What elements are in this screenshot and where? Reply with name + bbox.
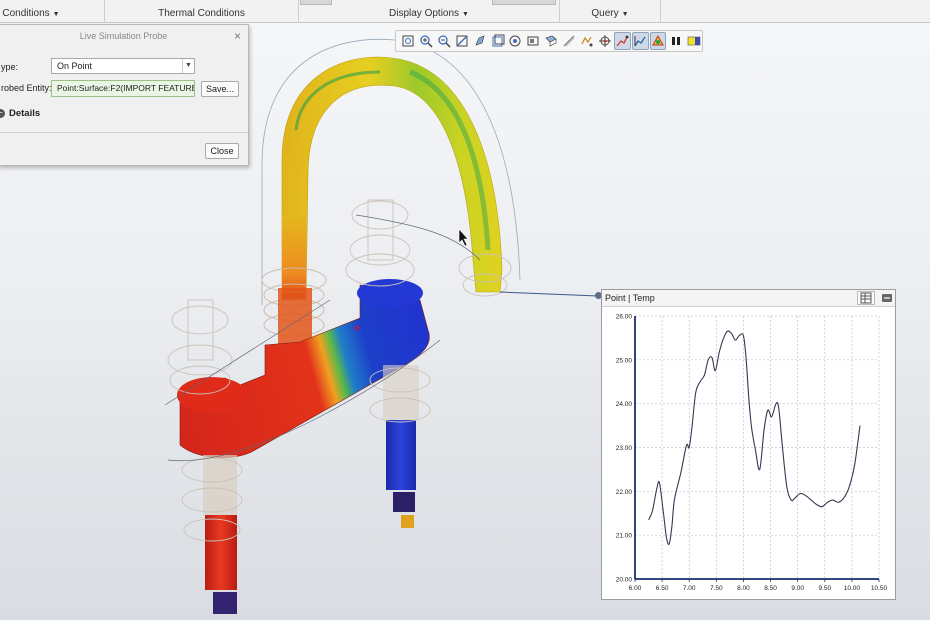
annotation-icon — [581, 36, 593, 47]
color-bar-button[interactable] — [685, 32, 702, 50]
display-style-button[interactable] — [471, 32, 488, 50]
right-thread-shape — [383, 365, 419, 420]
minimize-icon[interactable] — [881, 291, 893, 305]
datum-display-icon — [563, 35, 575, 47]
ribbon: Conditions ▼ Thermal Conditions Display O… — [0, 0, 930, 23]
perspective-button[interactable] — [525, 32, 542, 50]
y-tick-label: 22.00 — [616, 489, 633, 496]
y-tick-label: 24.00 — [616, 401, 633, 408]
close-button[interactable]: Close — [205, 143, 239, 159]
y-tick-label: 20.00 — [616, 577, 633, 584]
close-icon[interactable]: × — [234, 29, 241, 43]
view-toolbar — [395, 30, 703, 52]
left-thread-shape — [203, 455, 237, 515]
chevron-down-icon[interactable]: ▼ — [182, 59, 194, 73]
probe-button[interactable] — [613, 32, 631, 50]
ribbon-group-query[interactable]: Query ▼ — [560, 0, 660, 23]
saved-views-icon — [492, 34, 505, 47]
view-manager-button[interactable] — [507, 32, 524, 50]
chevron-down-icon: ▼ — [52, 11, 60, 18]
x-tick-label: 7.50 — [710, 585, 723, 592]
probe-icon — [616, 35, 629, 47]
y-tick-label: 23.00 — [616, 445, 633, 452]
type-label: ype: — [1, 62, 19, 72]
dialog-title: Live Simulation Probe — [79, 31, 168, 41]
repaint-button[interactable] — [453, 32, 470, 50]
probe-type-select[interactable]: On Point ▼ — [51, 58, 195, 74]
collapse-icon[interactable]: − — [0, 109, 5, 118]
graph-button[interactable] — [631, 32, 649, 50]
graph-icon — [634, 36, 646, 47]
chevron-down-icon: ▼ — [462, 11, 469, 18]
datum-display-button[interactable] — [560, 32, 577, 50]
x-tick-label: 9.50 — [818, 585, 831, 592]
save-button[interactable]: Save... — [201, 81, 239, 97]
y-tick-label: 25.00 — [616, 357, 633, 364]
ribbon-separator — [660, 0, 661, 23]
ribbon-group-label: Display Options — [389, 8, 460, 19]
x-tick-label: 10.00 — [844, 585, 861, 592]
probe-type-value: On Point — [57, 61, 93, 71]
probed-entity-label: robed Entity: — [1, 83, 52, 93]
zoom-out-button[interactable] — [436, 32, 453, 50]
left-connector-shape — [213, 592, 237, 614]
temperature-series-line — [648, 330, 861, 545]
perspective-icon — [527, 36, 539, 46]
ribbon-group-thermal-conditions: Thermal Conditions — [105, 0, 298, 23]
x-tick-label: 10.50 — [871, 585, 888, 592]
probe-leader-line — [499, 291, 599, 297]
x-tick-label: 6.00 — [629, 585, 642, 592]
refit-button[interactable] — [400, 32, 417, 50]
x-tick-label: 6.50 — [656, 585, 669, 592]
mouse-cursor-icon — [458, 228, 469, 247]
x-tick-label: 9.00 — [791, 585, 804, 592]
graph-title: Point | Temp — [605, 293, 655, 303]
probed-entity-field[interactable]: Point:Surface:F2(IMPORT FEATURE) — [51, 80, 195, 97]
spout-lower-shape — [282, 215, 306, 300]
live-simulation-probe-dialog: Live Simulation Probe × ype: On Point ▼ … — [0, 24, 249, 166]
ribbon-button-stub[interactable] — [492, 0, 556, 5]
zoom-in-icon — [420, 35, 433, 48]
color-legend-icon — [652, 34, 664, 46]
annotation-button[interactable] — [578, 32, 595, 50]
table-view-icon[interactable] — [857, 291, 875, 305]
section-button[interactable] — [543, 32, 560, 50]
graph-header: Point | Temp — [602, 290, 895, 307]
spin-center-button[interactable] — [596, 32, 613, 50]
x-tick-label: 8.50 — [764, 585, 777, 592]
pause-button[interactable] — [667, 32, 684, 50]
y-tick-label: 26.00 — [616, 314, 633, 321]
zoom-in-button[interactable] — [418, 32, 435, 50]
refit-icon — [402, 35, 414, 47]
ribbon-group-conditions[interactable]: Conditions ▼ — [0, 0, 62, 23]
section-icon — [545, 35, 557, 47]
left-stem-shape — [205, 515, 237, 590]
ribbon-group-label: Conditions — [2, 8, 50, 19]
probe-marker-shape — [354, 325, 360, 331]
pause-icon — [671, 37, 680, 45]
repaint-icon — [456, 35, 468, 47]
right-fitting-shape — [401, 515, 414, 528]
color-bar-icon — [687, 36, 700, 46]
left-valve-cap-shape — [177, 377, 247, 413]
x-tick-label: 8.00 — [737, 585, 750, 592]
right-connector-shape — [393, 492, 415, 512]
y-tick-label: 21.00 — [616, 533, 633, 540]
view-manager-icon — [509, 35, 521, 47]
right-valve-cap-shape — [357, 279, 423, 307]
spin-center-icon — [598, 35, 611, 47]
ribbon-group-label: Thermal Conditions — [158, 8, 245, 19]
x-tick-label: 7.00 — [683, 585, 696, 592]
saved-views-button[interactable] — [489, 32, 506, 50]
dialog-divider — [0, 132, 248, 133]
probe-graph-panel: Point | Temp 20.00 21.00 22.00 23.00 24.00 25… — [601, 289, 896, 600]
right-stem-shape — [386, 420, 416, 490]
chevron-down-icon: ▼ — [621, 11, 629, 18]
details-section-label[interactable]: Details — [9, 108, 40, 119]
temperature-chart: 20.00 21.00 22.00 23.00 24.00 25.00 26.00 6.00 6… — [616, 314, 888, 593]
ribbon-group-label: Query — [591, 8, 619, 19]
color-legend-button[interactable] — [649, 32, 667, 50]
display-style-icon — [475, 35, 485, 46]
zoom-out-icon — [438, 35, 451, 48]
